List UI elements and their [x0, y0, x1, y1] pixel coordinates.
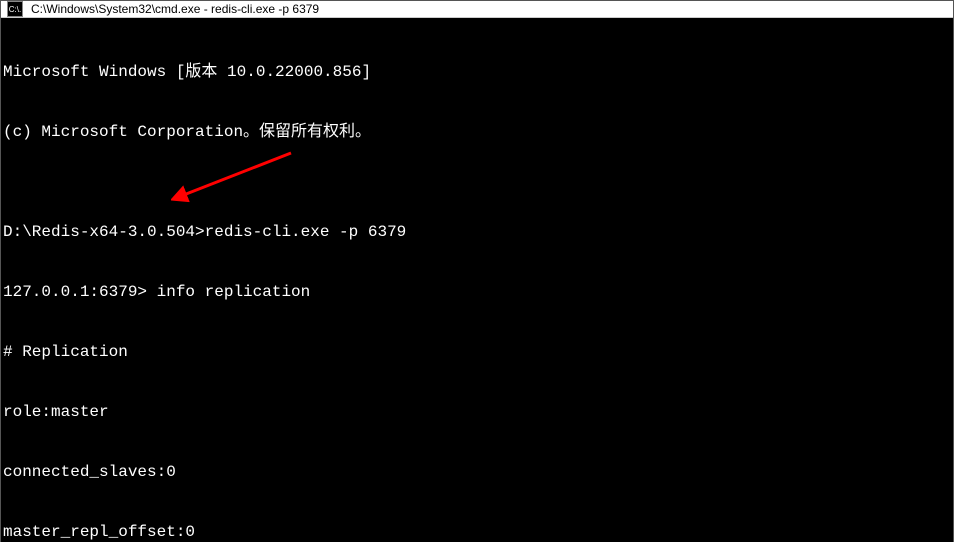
window-title: C:\Windows\System32\cmd.exe - redis-cli.… [31, 2, 319, 16]
titlebar[interactable]: C:\. C:\Windows\System32\cmd.exe - redis… [1, 1, 953, 18]
cmd-icon: C:\. [7, 1, 23, 17]
terminal-line: # Replication [3, 342, 951, 362]
terminal-line: Microsoft Windows [版本 10.0.22000.856] [3, 62, 951, 82]
terminal-line: D:\Redis-x64-3.0.504>redis-cli.exe -p 63… [3, 222, 951, 242]
terminal-line: (c) Microsoft Corporation。保留所有权利。 [3, 122, 951, 142]
annotation-arrow-icon [171, 151, 301, 211]
terminal-line: connected_slaves:0 [3, 462, 951, 482]
terminal-line: master_repl_offset:0 [3, 522, 951, 542]
terminal-line: 127.0.0.1:6379> info replication [3, 282, 951, 302]
terminal-area[interactable]: Microsoft Windows [版本 10.0.22000.856] (c… [1, 18, 953, 542]
terminal-line: role:master [3, 402, 951, 422]
cmd-window: C:\. C:\Windows\System32\cmd.exe - redis… [0, 0, 954, 542]
